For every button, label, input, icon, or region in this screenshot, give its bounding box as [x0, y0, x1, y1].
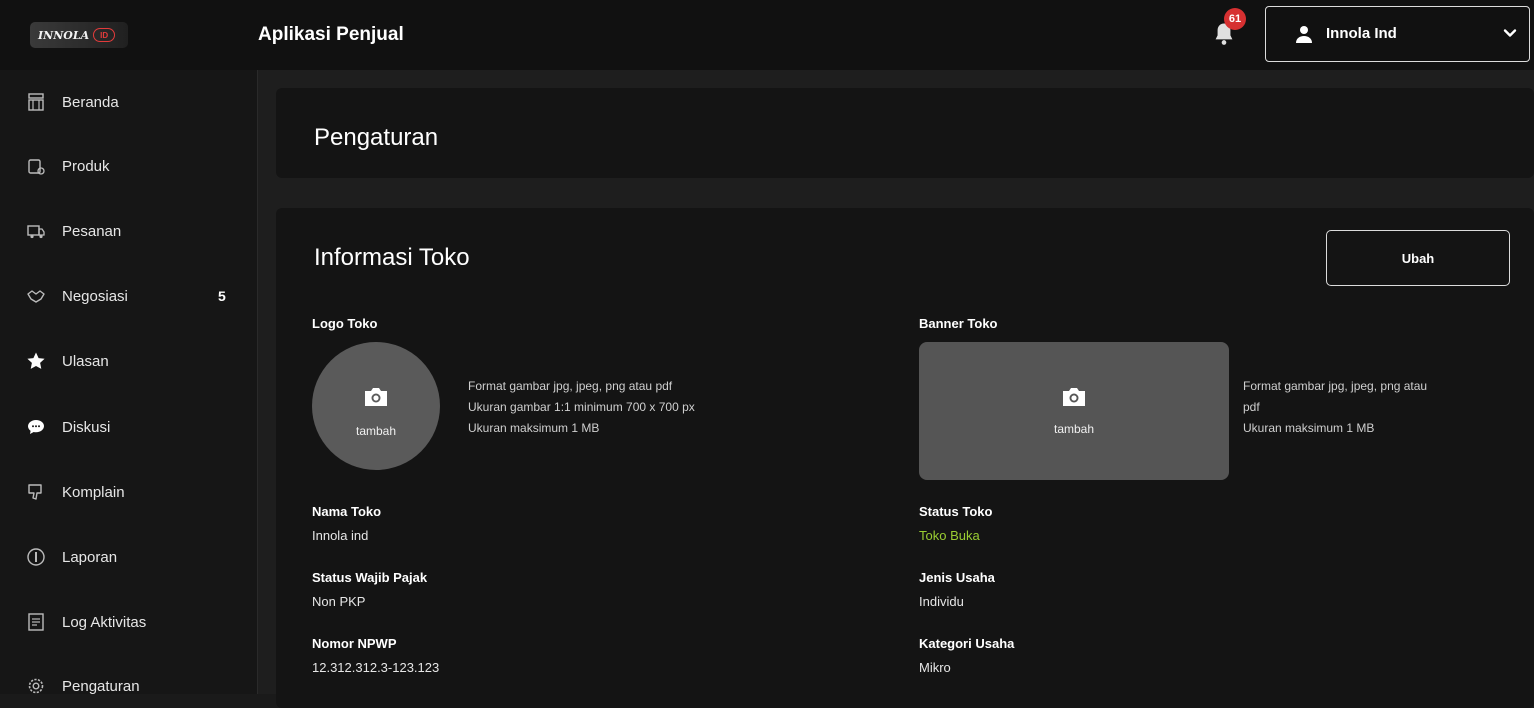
user-icon	[1296, 26, 1312, 43]
product-icon	[28, 159, 45, 175]
banner-label: Banner Toko	[919, 316, 998, 331]
banner-upload-label: tambah	[1053, 422, 1095, 436]
logo-text: INNOLA	[38, 28, 90, 42]
chat-icon	[28, 420, 44, 434]
sidebar-item-label: Produk	[62, 158, 110, 175]
banner-help-line: Format gambar jpg, jpeg, png atau	[1243, 379, 1428, 393]
sidebar-item-negosiasi[interactable]: Negosiasi 5	[0, 276, 258, 316]
log-icon	[28, 613, 44, 631]
field-value-jenis-usaha: Individu	[919, 594, 964, 609]
logo-help-line: Ukuran gambar 1:1 minimum 700 x 700 px	[468, 400, 695, 414]
sidebar: Beranda Produk Pesanan Negosiasi 5 Ulasa…	[0, 70, 258, 695]
user-name: Innola Ind	[1326, 25, 1397, 42]
chevron-down-icon[interactable]	[1502, 25, 1518, 41]
sidebar-item-pesanan[interactable]: Pesanan	[0, 211, 258, 251]
sidebar-item-label: Diskusi	[62, 419, 111, 436]
page-title: Pengaturan	[314, 124, 439, 151]
notification-badge[interactable]: 61	[1224, 8, 1246, 30]
sidebar-item-label: Pengaturan	[62, 678, 140, 695]
section-title: Informasi Toko	[314, 244, 470, 271]
banner-help-text: Format gambar jpg, jpeg, png atau pdf Uk…	[1243, 376, 1513, 439]
logo-badge: ID	[93, 28, 116, 42]
field-label-status-wajib-pajak: Status Wajib Pajak	[312, 570, 428, 585]
sidebar-item-beranda[interactable]: Beranda	[0, 82, 258, 122]
report-icon	[27, 548, 45, 566]
star-icon	[27, 352, 45, 369]
logo-upload[interactable]: tambah	[312, 342, 440, 470]
field-value-kategori-usaha: Mikro	[919, 660, 951, 675]
field-value-nama-toko: Innola ind	[312, 528, 369, 543]
store-icon	[28, 93, 44, 111]
field-value-status-wajib-pajak: Non PKP	[312, 594, 366, 609]
sidebar-item-komplain[interactable]: Komplain	[0, 472, 258, 512]
app-title: Aplikasi Penjual	[258, 24, 404, 45]
field-label-kategori-usaha: Kategori Usaha	[919, 636, 1015, 651]
sidebar-item-label: Beranda	[62, 94, 119, 111]
camera-icon	[365, 388, 387, 406]
truck-icon	[27, 225, 45, 239]
page-title-card: Pengaturan	[276, 88, 1534, 178]
thumbs-down-icon	[28, 484, 42, 500]
field-value-status-toko: Toko Buka	[919, 528, 980, 543]
store-info-card: Informasi Toko Ubah Logo Toko tambah For…	[276, 208, 1534, 708]
sidebar-item-produk[interactable]: Produk	[0, 146, 258, 186]
handshake-icon	[27, 290, 45, 303]
user-menu[interactable]: Innola Ind	[1265, 6, 1530, 62]
sidebar-item-pengaturan[interactable]: Pengaturan	[0, 666, 258, 706]
sidebar-item-label: Log Aktivitas	[62, 614, 147, 631]
field-label-nomor-npwp: Nomor NPWP	[312, 636, 397, 651]
edit-button[interactable]: Ubah	[1326, 230, 1510, 286]
banner-help-line: Ukuran maksimum 1 MB	[1243, 421, 1375, 435]
banner-help-line: pdf	[1243, 400, 1260, 414]
sidebar-item-label: Komplain	[62, 484, 125, 501]
gear-icon	[28, 678, 44, 694]
sidebar-item-laporan[interactable]: Laporan	[0, 537, 258, 577]
logo-label: Logo Toko	[312, 316, 378, 331]
main-content: Pengaturan Informasi Toko Ubah Logo Toko…	[258, 70, 1534, 708]
field-value-nomor-npwp: 12.312.312.3-123.123	[312, 660, 440, 675]
logo-help-text: Format gambar jpg, jpeg, png atau pdf Uk…	[468, 376, 768, 439]
camera-icon	[1063, 388, 1085, 406]
sidebar-item-label: Ulasan	[62, 353, 109, 370]
top-bar: INNOLA ID Aplikasi Penjual 61 Innola Ind	[0, 0, 1534, 70]
app-logo[interactable]: INNOLA ID	[30, 22, 128, 48]
banner-upload[interactable]: tambah	[919, 342, 1229, 480]
sidebar-item-label: Negosiasi	[62, 288, 128, 305]
negosiasi-count-badge: 5	[218, 288, 226, 304]
field-label-jenis-usaha: Jenis Usaha	[919, 570, 995, 585]
field-label-nama-toko: Nama Toko	[312, 504, 382, 519]
sidebar-item-label: Laporan	[62, 549, 118, 566]
sidebar-item-diskusi[interactable]: Diskusi	[0, 407, 258, 447]
sidebar-item-label: Pesanan	[62, 223, 122, 240]
logo-upload-label: tambah	[355, 424, 397, 438]
sidebar-item-log-aktivitas[interactable]: Log Aktivitas	[0, 602, 258, 642]
logo-help-line: Ukuran maksimum 1 MB	[468, 421, 600, 435]
sidebar-item-ulasan[interactable]: Ulasan	[0, 341, 258, 381]
logo-help-line: Format gambar jpg, jpeg, png atau pdf	[468, 379, 673, 393]
field-label-status-toko: Status Toko	[919, 504, 993, 519]
